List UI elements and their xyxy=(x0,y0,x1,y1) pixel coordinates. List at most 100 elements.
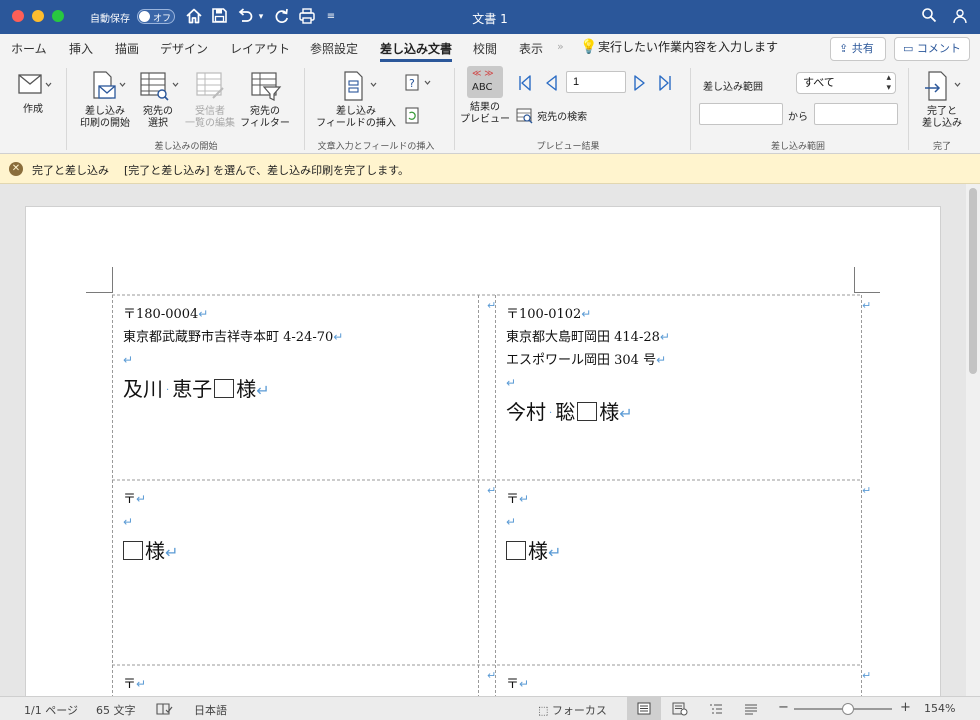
svg-text:?: ? xyxy=(409,77,415,90)
redo-icon[interactable] xyxy=(272,7,292,27)
proofing-icon[interactable] xyxy=(155,702,173,719)
more-tabs-icon[interactable]: » xyxy=(557,40,564,53)
zoom-level[interactable]: 154% xyxy=(924,702,955,715)
rules-icon: ? xyxy=(405,74,431,91)
update-labels-button[interactable] xyxy=(404,106,422,130)
find-recipient-button[interactable]: 宛先の検索 xyxy=(516,108,596,124)
tab-insert[interactable]: 挿入 xyxy=(69,40,93,57)
last-record-button[interactable] xyxy=(656,74,674,96)
first-name: 聡 xyxy=(555,400,576,424)
address-text: 東京都武蔵野市吉祥寺本町 4-24-70 xyxy=(123,330,334,345)
preview-results-label-1: 結果の xyxy=(470,102,500,113)
preview-abc-text: ABC xyxy=(472,82,493,93)
zoom-window-button[interactable] xyxy=(52,10,64,22)
previous-record-button[interactable] xyxy=(542,74,560,96)
tab-home[interactable]: ホーム xyxy=(11,40,47,57)
paragraph-mark: ↵ xyxy=(198,307,209,321)
undo-dropdown-icon[interactable]: ▾ xyxy=(255,7,267,27)
honorific: 様 xyxy=(236,377,257,401)
range-to-field[interactable] xyxy=(814,103,898,125)
zoom-slider-thumb[interactable] xyxy=(841,703,854,715)
tab-view[interactable]: 表示 xyxy=(519,40,543,57)
address-label[interactable]: 〒↵ xyxy=(123,673,146,696)
zoom-slider-track[interactable] xyxy=(794,703,892,715)
postal-code: 〒 xyxy=(506,492,520,507)
paragraph-mark: ↵ xyxy=(136,677,147,691)
insert-merge-field-button[interactable]: 差し込み フィールドの挿入 xyxy=(312,70,400,130)
group-label-insert: 文章入力とフィールドの挿入 xyxy=(317,142,435,152)
recipient-name-line: 今村 · 聡様↵ xyxy=(506,397,670,431)
refresh-labels-icon xyxy=(405,107,419,124)
share-button[interactable]: ⇪ 共有 xyxy=(830,37,886,61)
home-icon[interactable] xyxy=(184,7,204,27)
address-label[interactable]: 〒↵ ↵ 様↵ xyxy=(506,488,561,570)
address-label[interactable]: 〒↵ ↵ 様↵ xyxy=(123,488,178,570)
search-icon[interactable] xyxy=(920,7,938,27)
scrollbar-thumb[interactable] xyxy=(969,188,977,374)
rules-button[interactable]: ? xyxy=(404,72,434,98)
address-label[interactable]: 〒180-0004↵ 東京都武蔵野市吉祥寺本町 4-24-70↵ ↵ 及川 · 恵子… xyxy=(123,303,343,408)
customize-toolbar-icon[interactable]: ≡ xyxy=(324,7,338,27)
tell-me-box[interactable]: 💡実行したい作業内容を入力します xyxy=(580,38,778,55)
last-name: 今村 xyxy=(506,400,546,424)
outline-view-button[interactable] xyxy=(709,702,723,719)
merge-field-icon xyxy=(344,71,377,101)
focus-button[interactable]: ⬚ フォーカス xyxy=(538,702,607,718)
ribbon-separator xyxy=(690,68,691,150)
address-label[interactable]: 〒↵ xyxy=(506,673,529,696)
abc-preview-icon: ≪ ≫ ABC xyxy=(467,66,503,98)
close-message-icon[interactable]: ✕ xyxy=(9,162,23,176)
close-window-button[interactable] xyxy=(12,10,24,22)
tab-layout[interactable]: レイアウト xyxy=(230,40,290,57)
message-title: 完了と差し込み xyxy=(32,164,109,177)
preview-results-button[interactable]: ≪ ≫ ABC 結果の プレビュー xyxy=(460,66,510,126)
comments-button[interactable]: ▭ コメント xyxy=(894,37,970,61)
minimize-window-button[interactable] xyxy=(32,10,44,22)
cell-end-mark: ↵ xyxy=(487,484,497,497)
recipient-filter-button[interactable]: 宛先の フィルター xyxy=(238,70,292,130)
next-record-button[interactable] xyxy=(631,74,649,96)
zoom-out-button[interactable]: − xyxy=(778,700,789,715)
word-count[interactable]: 65 文字 xyxy=(96,702,136,718)
start-mail-merge-button[interactable]: 差し込み 印刷の開始 xyxy=(76,70,134,130)
tab-design[interactable]: デザイン xyxy=(160,40,208,57)
first-record-button[interactable] xyxy=(516,74,534,96)
recipient-name-line: 様↵ xyxy=(123,536,178,570)
web-layout-view-button[interactable] xyxy=(672,702,688,719)
tab-mailings[interactable]: 差し込み文書 xyxy=(380,40,453,62)
save-icon[interactable] xyxy=(209,7,229,27)
vertical-scrollbar[interactable] xyxy=(966,184,980,696)
draft-view-button[interactable] xyxy=(744,702,758,719)
record-number-field[interactable] xyxy=(566,71,626,93)
finish-merge-button[interactable]: 完了と 差し込み xyxy=(914,70,970,130)
paragraph-mark: ↵ xyxy=(165,543,179,562)
range-from-field[interactable] xyxy=(699,103,783,125)
address-label[interactable]: 〒100-0102↵ 東京都大島町岡田 414-28↵ エスポワール岡田 304… xyxy=(506,303,670,431)
create-button[interactable]: 作成 xyxy=(6,70,60,116)
print-layout-view-button[interactable] xyxy=(627,697,661,720)
row-end-mark: ↵ xyxy=(862,669,872,682)
undo-icon[interactable] xyxy=(235,7,255,27)
document-area[interactable]: ↵ ↵ ↵ ↵ ↵ ↵ 〒180-0004↵ 東京都武蔵野市吉祥寺本町 4-24… xyxy=(0,184,966,696)
finish-merge-label-2: 差し込み xyxy=(922,118,962,129)
tab-review[interactable]: 校閲 xyxy=(473,40,497,57)
print-icon[interactable] xyxy=(297,7,317,27)
ribbon: 作成 差し込み 印刷の開始 宛先の 選択 受信者 一覧の編集 宛先の フィルター… xyxy=(0,62,980,154)
tab-draw[interactable]: 描画 xyxy=(115,40,139,57)
document-page[interactable]: ↵ ↵ ↵ ↵ ↵ ↵ 〒180-0004↵ 東京都武蔵野市吉祥寺本町 4-24… xyxy=(25,206,941,696)
merge-range-select[interactable]: すべて ▴ ▾ xyxy=(796,72,896,94)
focus-icon: ⬚ xyxy=(538,704,552,717)
postal-code-line: 〒↵ xyxy=(123,488,178,511)
insert-merge-field-label-2: フィールドの挿入 xyxy=(316,118,396,129)
page-count[interactable]: 1/1 ページ xyxy=(24,702,78,718)
account-icon[interactable] xyxy=(950,7,970,27)
title-bar: 自動保存 オフ ▾ ≡ 文書 1 xyxy=(0,0,980,34)
autosave-label: 自動保存 xyxy=(90,14,130,25)
ribbon-separator xyxy=(66,68,67,150)
select-recipients-button[interactable]: 宛先の 選択 xyxy=(134,70,182,130)
edit-recipient-list-button[interactable]: 受信者 一覧の編集 xyxy=(184,70,236,130)
zoom-in-button[interactable]: + xyxy=(900,700,911,715)
autosave-toggle[interactable]: オフ xyxy=(137,9,175,24)
tab-references[interactable]: 参照設定 xyxy=(310,40,358,57)
language[interactable]: 日本語 xyxy=(194,702,227,718)
